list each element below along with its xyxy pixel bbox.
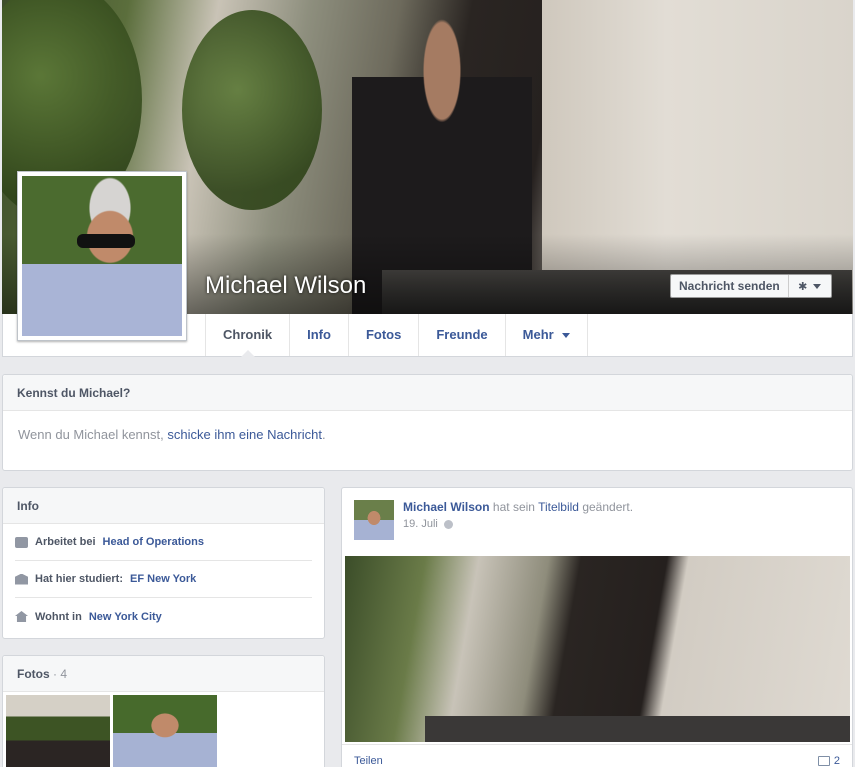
photo-thumbnail[interactable]: [6, 695, 110, 767]
info-row-link[interactable]: Head of Operations: [103, 536, 204, 548]
post-text-end: geändert.: [582, 500, 634, 514]
tab-freunde[interactable]: Freunde: [418, 314, 504, 356]
photos-card: Fotos · 4: [2, 655, 325, 767]
post-text: hat sein: [492, 500, 535, 514]
globe-icon: [443, 519, 453, 529]
send-message-button[interactable]: Nachricht senden: [671, 275, 789, 297]
tab-mehr[interactable]: Mehr: [504, 314, 588, 356]
post-meta: Michael Wilson hat sein Titelbild geände…: [403, 500, 633, 556]
profile-picture-image: [22, 176, 182, 336]
info-row-school: Hat hier studiert: EF New York: [15, 561, 312, 598]
info-row-work: Arbeitet bei Head of Operations: [15, 524, 312, 561]
avatar[interactable]: [354, 500, 394, 540]
chevron-down-icon: [813, 283, 822, 289]
tab-label: Freunde: [436, 327, 488, 342]
cover-photo-link[interactable]: Titelbild: [538, 500, 579, 514]
post-date-row: 19. Juli: [403, 518, 633, 530]
post-image-deck: [425, 716, 850, 742]
post-headline: Michael Wilson hat sein Titelbild geände…: [403, 500, 633, 514]
home-icon: [15, 611, 28, 622]
comments-count-button[interactable]: 2: [817, 754, 840, 767]
tab-label: Fotos: [365, 327, 402, 342]
comment-icon: [817, 755, 830, 766]
cover-tree: [182, 10, 322, 210]
know-card-body: Wenn du Michael kennst, schicke ihm eine…: [3, 411, 852, 458]
gear-icon: ✱: [798, 280, 808, 293]
info-row-home: Wohnt in New York City: [15, 598, 312, 635]
profile-picture[interactable]: [17, 171, 187, 341]
share-link[interactable]: Teilen: [354, 755, 383, 767]
photos-title: Fotos: [17, 667, 50, 681]
photo-thumbnail[interactable]: [113, 695, 217, 767]
comment-count: 2: [833, 754, 840, 767]
photo-thumbnails: [3, 692, 324, 767]
send-message-link[interactable]: schicke ihm eine Nachricht: [167, 427, 322, 442]
know-card: Kennst du Michael? Wenn du Michael kenns…: [2, 374, 853, 471]
tab-label: Mehr: [522, 327, 554, 342]
info-row-label: Wohnt in: [35, 610, 82, 623]
info-card: Info Arbeitet bei Head of Operations Hat…: [2, 487, 325, 639]
know-card-title: Kennst du Michael?: [3, 375, 852, 411]
info-row-label: Arbeitet bei: [35, 536, 96, 548]
know-card-text: Wenn du Michael kennst,: [18, 427, 164, 442]
profile-name[interactable]: Michael Wilson: [205, 272, 366, 300]
photos-card-title[interactable]: Fotos · 4: [3, 656, 324, 692]
tab-label: Info: [307, 327, 331, 342]
work-icon: [15, 536, 28, 548]
info-row-link[interactable]: EF New York: [130, 573, 196, 585]
photos-count: · 4: [53, 667, 68, 681]
cover-actions: Nachricht senden ✱: [670, 274, 832, 298]
info-row-link[interactable]: New York City: [89, 611, 162, 623]
tab-label: Chronik: [223, 327, 273, 342]
school-icon: [15, 573, 28, 585]
know-card-end: .: [321, 427, 326, 442]
timeline-post: Michael Wilson hat sein Titelbild geände…: [341, 487, 853, 767]
post-actions: Teilen 2: [342, 744, 852, 767]
settings-dropdown-button[interactable]: ✱: [789, 275, 831, 297]
chevron-down-icon: [561, 332, 570, 338]
info-card-title: Info: [3, 488, 324, 524]
post-header: Michael Wilson hat sein Titelbild geände…: [342, 488, 852, 556]
post-author-link[interactable]: Michael Wilson: [403, 500, 490, 514]
tab-list: Chronik Info Fotos Freunde Mehr: [205, 314, 588, 357]
info-row-label: Hat hier studiert:: [35, 573, 124, 585]
tab-fotos[interactable]: Fotos: [347, 314, 418, 356]
tab-chronik[interactable]: Chronik: [205, 314, 289, 357]
post-date[interactable]: 19. Juli: [403, 518, 438, 530]
tab-info[interactable]: Info: [289, 314, 348, 356]
post-image[interactable]: [345, 556, 850, 742]
